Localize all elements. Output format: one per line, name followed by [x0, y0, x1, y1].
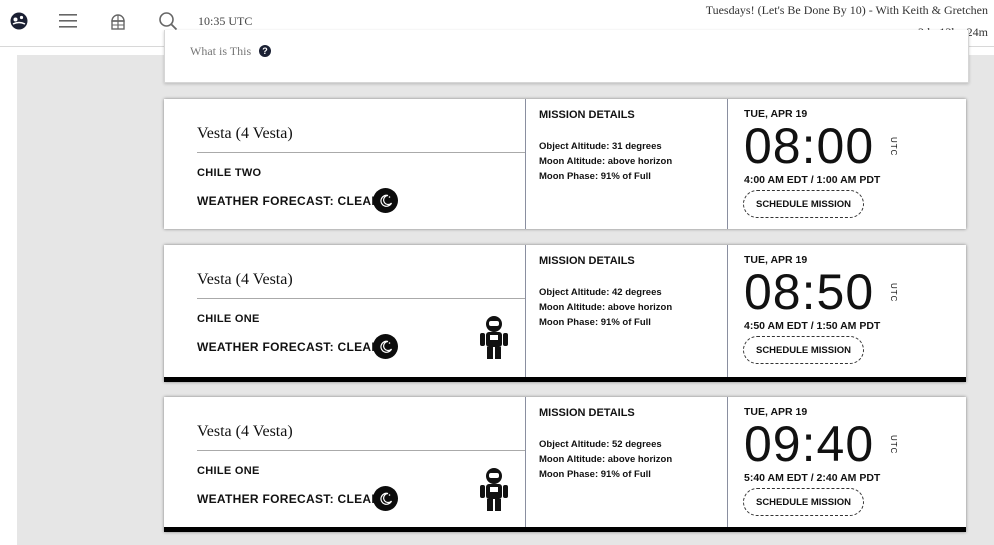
mission-target-column: Vesta (4 Vesta) CHILE TWO WEATHER FORECA…	[164, 99, 525, 229]
moon-phase: Moon Phase: 91% of Full	[539, 171, 651, 182]
telescope-name: CHILE ONE	[197, 465, 260, 477]
utc-label: UTC	[889, 435, 898, 455]
mission-details-list: Object Altitude: 42 degrees Moon Altitud…	[539, 285, 672, 330]
weather-forecast: WEATHER FORECAST: CLEAR	[197, 340, 381, 354]
object-altitude: Object Altitude: 42 degrees	[539, 287, 662, 298]
mission-details-list: Object Altitude: 52 degrees Moon Altitud…	[539, 437, 672, 482]
mission-card: Vesta (4 Vesta) CHILE ONE WEATHER FORECA…	[164, 245, 966, 382]
astronaut-icon	[478, 315, 510, 361]
object-name: Vesta (4 Vesta)	[197, 125, 293, 142]
object-altitude: Object Altitude: 31 degrees	[539, 141, 662, 152]
local-times: 5:40 AM EDT / 2:40 AM PDT	[744, 472, 881, 484]
divider	[197, 298, 525, 299]
mission-time-column: TUE, APR 19 08:00 UTC 4:00 AM EDT / 1:00…	[727, 99, 967, 229]
schedule-mission-button[interactable]: SCHEDULE MISSION	[743, 336, 864, 364]
mission-details-title: MISSION DETAILS	[539, 109, 635, 121]
local-times: 4:00 AM EDT / 1:00 AM PDT	[744, 174, 881, 186]
moon-phase: Moon Phase: 91% of Full	[539, 317, 651, 328]
utc-label: UTC	[889, 283, 898, 303]
mission-card: Vesta (4 Vesta) CHILE ONE WEATHER FORECA…	[164, 397, 966, 532]
mission-time: 08:00	[744, 118, 875, 174]
divider	[197, 152, 525, 153]
search-icon[interactable]	[157, 10, 179, 32]
mission-details-list: Object Altitude: 31 degrees Moon Altitud…	[539, 139, 672, 184]
mission-time-column: TUE, APR 19 09:40 UTC 5:40 AM EDT / 2:40…	[727, 397, 967, 527]
what-is-this-link[interactable]: What is This	[190, 44, 251, 59]
divider	[197, 450, 525, 451]
moon-altitude: Moon Altitude: above horizon	[539, 302, 673, 313]
moon-phase: Moon Phase: 91% of Full	[539, 469, 651, 480]
mission-details-column: MISSION DETAILS Object Altitude: 31 degr…	[525, 99, 727, 229]
mission-time: 09:40	[744, 416, 875, 472]
mission-details-column: MISSION DETAILS Object Altitude: 42 degr…	[525, 245, 727, 377]
schedule-mission-button[interactable]: SCHEDULE MISSION	[743, 190, 864, 218]
local-times: 4:50 AM EDT / 1:50 AM PDT	[744, 320, 881, 332]
help-icon[interactable]: ?	[259, 45, 271, 57]
mission-time: 08:50	[744, 264, 875, 320]
hamburger-menu-icon[interactable]	[57, 10, 79, 32]
telescope-name: CHILE ONE	[197, 313, 260, 325]
mission-time-column: TUE, APR 19 08:50 UTC 4:50 AM EDT / 1:50…	[727, 245, 967, 377]
clear-night-moon-icon	[373, 486, 398, 511]
utc-label: UTC	[889, 137, 898, 157]
weather-forecast: WEATHER FORECAST: CLEAR	[197, 194, 381, 208]
schedule-mission-button[interactable]: SCHEDULE MISSION	[743, 488, 864, 516]
observatory-icon[interactable]	[107, 10, 129, 32]
clear-night-moon-icon	[373, 334, 398, 359]
utc-clock: 10:35 UTC	[198, 14, 253, 28]
weather-forecast: WEATHER FORECAST: CLEAR	[197, 492, 381, 506]
object-name: Vesta (4 Vesta)	[197, 423, 293, 440]
mission-card: Vesta (4 Vesta) CHILE TWO WEATHER FORECA…	[164, 99, 966, 229]
info-panel: What is This ?	[164, 30, 969, 83]
mission-details-column: MISSION DETAILS Object Altitude: 52 degr…	[525, 397, 727, 527]
moon-altitude: Moon Altitude: above horizon	[539, 454, 673, 465]
object-name: Vesta (4 Vesta)	[197, 271, 293, 288]
mission-target-column: Vesta (4 Vesta) CHILE ONE WEATHER FORECA…	[164, 245, 525, 377]
mission-details-title: MISSION DETAILS	[539, 255, 635, 267]
show-title[interactable]: Tuesdays! (Let's Be Done By 10) - With K…	[706, 3, 988, 18]
planet-logo-icon[interactable]	[8, 10, 30, 32]
mission-target-column: Vesta (4 Vesta) CHILE ONE WEATHER FORECA…	[164, 397, 525, 527]
astronaut-icon	[478, 467, 510, 513]
moon-altitude: Moon Altitude: above horizon	[539, 156, 673, 167]
telescope-name: CHILE TWO	[197, 167, 262, 179]
object-altitude: Object Altitude: 52 degrees	[539, 439, 662, 450]
clear-night-moon-icon	[373, 188, 398, 213]
mission-details-title: MISSION DETAILS	[539, 407, 635, 419]
